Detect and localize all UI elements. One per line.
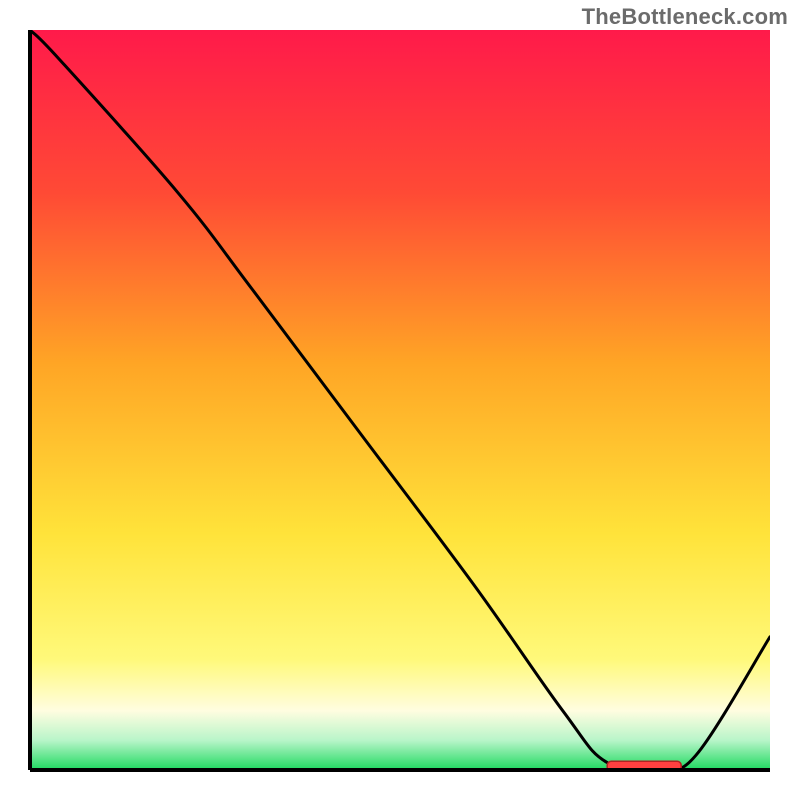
- plot-background-gradient: [30, 30, 770, 770]
- bottleneck-chart: [0, 0, 800, 800]
- chart-container: TheBottleneck.com: [0, 0, 800, 800]
